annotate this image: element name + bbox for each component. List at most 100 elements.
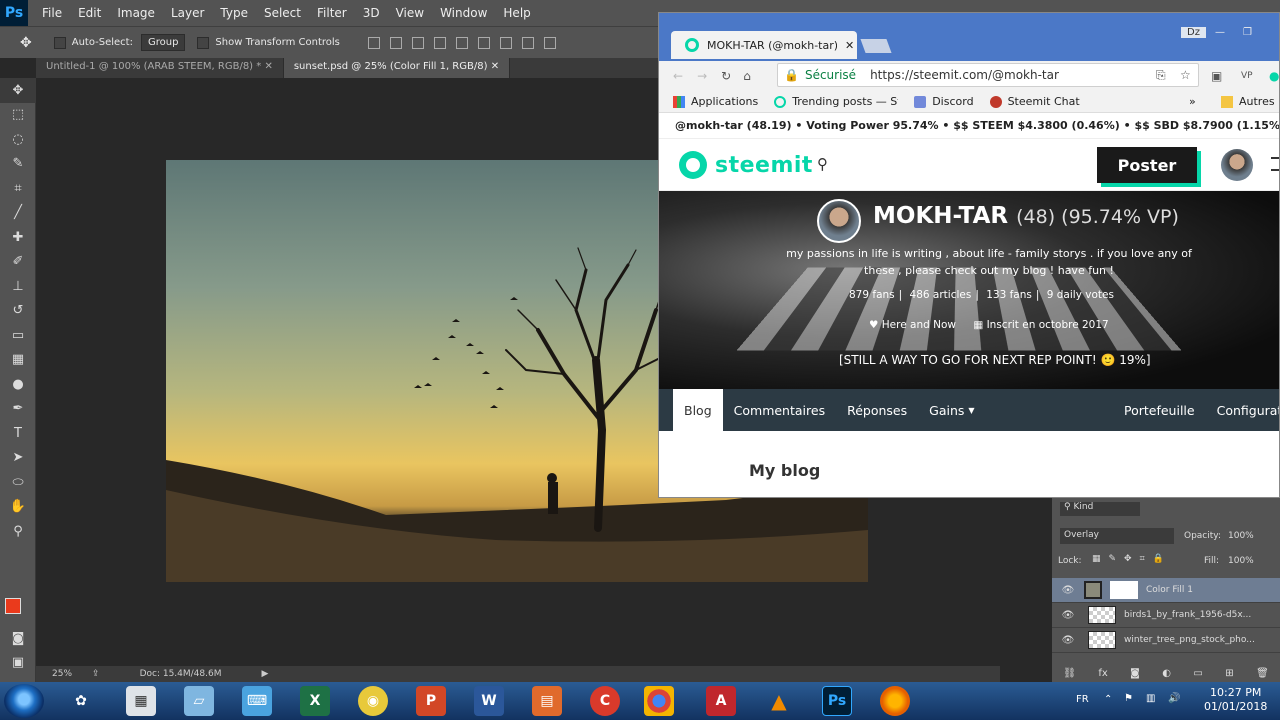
firefox-icon[interactable] [880, 686, 910, 716]
acrobat-icon[interactable]: A [706, 686, 736, 716]
browser-tab[interactable]: MOKH-TAR (@mokh-tar) ✕ [671, 31, 857, 59]
adjustment-icon[interactable]: ◐ [1162, 668, 1171, 679]
menu-help[interactable]: Help [503, 6, 530, 20]
new-layer-icon[interactable]: ⊞ [1225, 668, 1233, 679]
forward-icon[interactable]: → [697, 69, 707, 83]
excel-icon[interactable]: X [300, 686, 330, 716]
marquee-tool-icon[interactable]: ⬚ [0, 103, 36, 128]
close-icon[interactable]: ✕ [264, 61, 272, 72]
home-icon[interactable]: ⌂ [743, 69, 751, 83]
tab-untitled[interactable]: Untitled-1 @ 100% (ARAB STEEM, RGB/8) * … [36, 58, 284, 78]
type-tool-icon[interactable]: T [0, 421, 36, 446]
opacity-value[interactable]: 100% [1228, 531, 1254, 541]
lock-icons[interactable]: ▦✎✥⌗🔒 [1092, 554, 1172, 564]
vlc-icon[interactable]: ▲ [764, 686, 794, 716]
menu-select[interactable]: Select [264, 6, 301, 20]
bookmark-other[interactable]: Autres [1221, 95, 1275, 108]
auto-select-checkbox[interactable] [53, 36, 66, 49]
tab-replies[interactable]: Réponses [836, 389, 918, 431]
shape-tool-icon[interactable]: ⬭ [0, 470, 36, 495]
profile-badge[interactable]: Dz [1181, 27, 1206, 38]
menu-icon[interactable] [1271, 157, 1279, 171]
keyboard-icon[interactable]: ⌨ [242, 686, 272, 716]
steemit-extension-icon[interactable]: ● [1269, 69, 1279, 83]
hand-tool-icon[interactable]: ✋ [0, 495, 36, 520]
gradient-tool-icon[interactable]: ▦ [0, 348, 36, 373]
stamp-tool-icon[interactable]: ⊥ [0, 274, 36, 299]
menu-image[interactable]: Image [117, 6, 155, 20]
align-right-icon[interactable] [477, 36, 490, 49]
translate-icon[interactable]: ⎘ [1156, 68, 1166, 83]
menu-layer[interactable]: Layer [171, 6, 204, 20]
healing-tool-icon[interactable]: ✚ [0, 225, 36, 250]
close-icon[interactable]: ✕ [845, 39, 854, 52]
distribute-middle-icon[interactable] [521, 36, 534, 49]
clock[interactable]: 10:27 PM 01/01/2018 [1204, 686, 1267, 714]
lasso-tool-icon[interactable]: ◌ [0, 127, 36, 152]
folder-icon[interactable]: ▭ [1193, 668, 1202, 679]
post-button[interactable]: Poster [1097, 147, 1197, 183]
align-left-icon[interactable] [433, 36, 446, 49]
screen-mode-icon[interactable]: ▣ [0, 650, 36, 675]
menu-window[interactable]: Window [440, 6, 487, 20]
align-middle-icon[interactable] [389, 36, 402, 49]
word-icon[interactable]: W [474, 686, 504, 716]
url-text[interactable]: https://steemit.com/@mokh-tar [870, 68, 1059, 82]
back-icon[interactable]: ← [673, 69, 683, 83]
language-indicator[interactable]: FR [1076, 694, 1089, 705]
search-icon[interactable]: ⚲ [817, 155, 828, 173]
bookmark-steemit-chat[interactable]: Steemit Chat [989, 95, 1080, 108]
distribute-bottom-icon[interactable] [543, 36, 556, 49]
avatar[interactable] [1221, 149, 1253, 181]
menu-view[interactable]: View [396, 6, 424, 20]
move-tool-icon[interactable]: ✥ [0, 78, 36, 103]
bookmark-discord[interactable]: Discord [914, 95, 974, 108]
app-icon[interactable]: C [590, 686, 620, 716]
app-icon[interactable]: ✿ [66, 686, 96, 716]
more-bookmarks-icon[interactable]: » [1189, 95, 1196, 108]
start-button[interactable] [4, 684, 44, 718]
network-icon[interactable]: ▥ [1146, 693, 1155, 704]
show-transform-checkbox[interactable] [197, 36, 210, 49]
align-top-icon[interactable] [367, 36, 380, 49]
minimize-icon[interactable]: — [1215, 27, 1225, 38]
volume-icon[interactable]: 🔊 [1168, 693, 1180, 704]
extension-icon[interactable]: ▣ [1211, 69, 1222, 83]
calculator-icon[interactable]: ▦ [126, 686, 156, 716]
pen-tool-icon[interactable]: ✒ [0, 397, 36, 422]
mask-icon[interactable]: ◙ [1130, 668, 1140, 679]
tab-blog[interactable]: Blog [673, 389, 723, 431]
reload-icon[interactable]: ↻ [721, 69, 731, 83]
eye-icon[interactable]: 👁 [1058, 585, 1078, 596]
eye-icon[interactable]: 👁 [1058, 610, 1078, 621]
following-count[interactable]: 133 fans [986, 289, 1032, 301]
eye-icon[interactable]: 👁 [1058, 635, 1078, 646]
dodge-tool-icon[interactable]: ● [0, 372, 36, 397]
bookmark-applications[interactable]: Applications [673, 95, 758, 108]
path-select-icon[interactable]: ➤ [0, 446, 36, 471]
menu-edit[interactable]: Edit [78, 6, 101, 20]
tab-rewards[interactable]: Gains ▼ [918, 389, 985, 431]
star-icon[interactable]: ☆ [1180, 68, 1191, 82]
eraser-tool-icon[interactable]: ▭ [0, 323, 36, 348]
tab-settings[interactable]: Configuration [1206, 389, 1279, 431]
tab-comments[interactable]: Commentaires [723, 389, 836, 431]
align-center-icon[interactable] [455, 36, 468, 49]
steemit-logo[interactable]: steemit [679, 151, 813, 179]
zoom-tool-icon[interactable]: ⚲ [0, 519, 36, 544]
menu-filter[interactable]: Filter [317, 6, 347, 20]
vp-extension-icon[interactable]: VP [1241, 71, 1253, 81]
menu-type[interactable]: Type [220, 6, 248, 20]
bookmark-trending[interactable]: Trending posts — Ste [774, 95, 898, 108]
menu-3d[interactable]: 3D [363, 6, 380, 20]
export-icon[interactable]: ⇪ [92, 669, 100, 679]
action-center-icon[interactable]: ⚑ [1124, 693, 1133, 704]
layer-row[interactable]: 👁 birds1_by_frank_1956-d5x... [1052, 603, 1280, 628]
quick-select-tool-icon[interactable]: ✎ [0, 152, 36, 177]
new-tab-button[interactable] [860, 39, 892, 53]
eyedropper-tool-icon[interactable]: ╱ [0, 201, 36, 226]
chevron-up-icon[interactable]: ⌃ [1104, 694, 1112, 705]
distribute-top-icon[interactable] [499, 36, 512, 49]
history-brush-icon[interactable]: ↺ [0, 299, 36, 324]
crop-tool-icon[interactable]: ⌗ [0, 176, 36, 201]
